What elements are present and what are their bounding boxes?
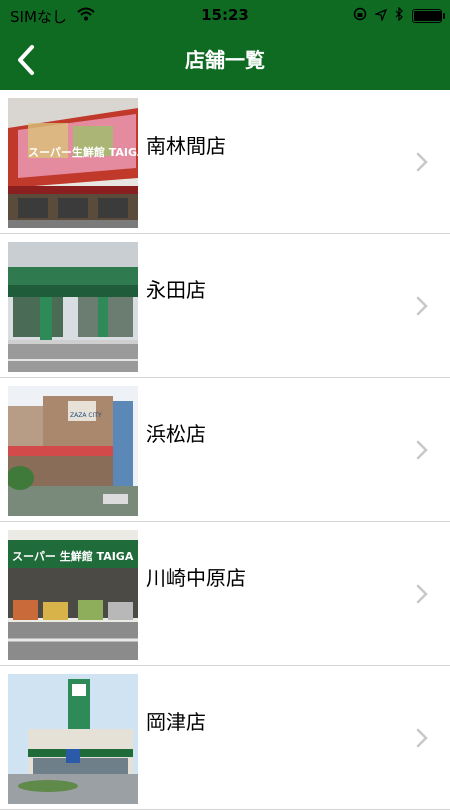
chevron-right-icon bbox=[416, 584, 428, 608]
orientation-lock-icon bbox=[353, 6, 367, 25]
sign-text: スーパー生鮮館 TAIGA bbox=[28, 145, 138, 159]
sign-text: スーパー 生鮮館 TAIGA bbox=[12, 549, 134, 563]
store-name: 岡津店 bbox=[146, 710, 206, 734]
store-photo: スーパー生鮮館 TAIGA bbox=[8, 98, 138, 228]
sign-text: ZAZA CITY bbox=[70, 412, 102, 419]
store-row-minami-rinkan[interactable]: スーパー生鮮館 TAIGA 南林間店 bbox=[0, 90, 450, 234]
store-row-okazu[interactable]: 岡津店 bbox=[0, 666, 450, 810]
chevron-right-icon bbox=[416, 296, 428, 320]
store-name: 浜松店 bbox=[146, 422, 206, 446]
store-photo bbox=[8, 674, 138, 804]
battery-icon bbox=[412, 8, 445, 23]
store-name: 永田店 bbox=[146, 278, 206, 302]
chevron-right-icon bbox=[416, 440, 428, 464]
store-row-kawasaki-nakahara[interactable]: スーパー 生鮮館 TAIGA 川崎中原店 bbox=[0, 522, 450, 666]
navigation-bar: 店舗一覧 bbox=[0, 30, 450, 90]
status-bar: SIMなし 15:23 bbox=[0, 0, 450, 30]
store-photo: ZAZA CITY bbox=[8, 386, 138, 516]
chevron-right-icon bbox=[416, 728, 428, 752]
store-list: スーパー生鮮館 TAIGA 南林間店 永田店 ZAZA CITY 浜松店 スーパ… bbox=[0, 90, 450, 810]
store-photo bbox=[8, 242, 138, 372]
store-name: 南林間店 bbox=[146, 134, 226, 158]
location-icon bbox=[373, 6, 388, 25]
store-name: 川崎中原店 bbox=[146, 566, 246, 590]
chevron-right-icon bbox=[416, 152, 428, 176]
store-row-hamamatsu[interactable]: ZAZA CITY 浜松店 bbox=[0, 378, 450, 522]
store-photo: スーパー 生鮮館 TAIGA bbox=[8, 530, 138, 660]
bluetooth-icon bbox=[395, 6, 404, 25]
page-title: 店舗一覧 bbox=[185, 48, 265, 72]
store-row-nagata[interactable]: 永田店 bbox=[0, 234, 450, 378]
